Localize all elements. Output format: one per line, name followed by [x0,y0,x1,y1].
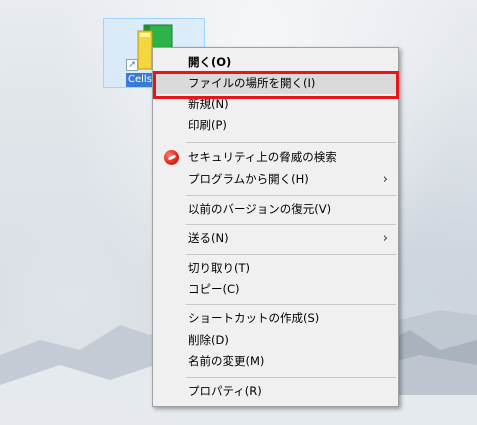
menu-item-restore-previous-versions[interactable]: 以前のバージョンの復元(V) [155,199,396,220]
menu-separator [186,254,396,255]
menu-item-send-to[interactable]: 送る(N) › [155,228,396,249]
menu-separator [186,142,396,143]
menu-item-label: ショートカットの作成(S) [188,311,320,325]
menu-item-label: 以前のバージョンの復元(V) [188,202,332,216]
menu-item-label: 送る(N) [188,231,229,245]
chevron-right-icon: › [382,231,388,246]
menu-item-label: 削除(D) [188,333,229,347]
menu-item-label: 切り取り(T) [188,261,250,275]
security-scan-icon [164,150,179,165]
menu-item-print[interactable]: 印刷(P) [155,115,396,136]
menu-item-cut[interactable]: 切り取り(T) [155,258,396,279]
menu-item-open[interactable]: 開く(O) [155,52,396,73]
shortcut-arrow-icon: ↗ [126,59,138,71]
context-menu: 開く(O) ファイルの場所を開く(I) 新規(N) 印刷(P) セキュリティ上の… [152,47,399,407]
menu-item-open-with[interactable]: プログラムから開く(H) › [155,169,396,190]
menu-item-label: プログラムから開く(H) [188,172,309,186]
menu-item-label: コピー(C) [188,282,240,296]
menu-item-properties[interactable]: プロパティ(R) [155,381,396,402]
menu-item-rename[interactable]: 名前の変更(M) [155,351,396,372]
menu-item-label: セキュリティ上の脅威の検索 [188,150,337,164]
menu-item-create-shortcut[interactable]: ショートカットの作成(S) [155,308,396,329]
menu-item-label: 印刷(P) [188,118,227,132]
menu-separator [186,195,396,196]
menu-separator [186,304,396,305]
menu-item-label: プロパティ(R) [188,384,262,398]
chevron-right-icon: › [382,172,388,187]
menu-item-delete[interactable]: 削除(D) [155,330,396,351]
menu-item-security-scan[interactable]: セキュリティ上の脅威の検索 [155,147,396,168]
annotation-highlight-box [153,71,399,99]
menu-separator [186,377,396,378]
menu-item-copy[interactable]: コピー(C) [155,279,396,300]
menu-item-label: 開く(O) [188,55,232,69]
menu-item-label: 名前の変更(M) [188,354,265,368]
menu-separator [186,224,396,225]
menu-item-label: 新規(N) [188,97,229,111]
